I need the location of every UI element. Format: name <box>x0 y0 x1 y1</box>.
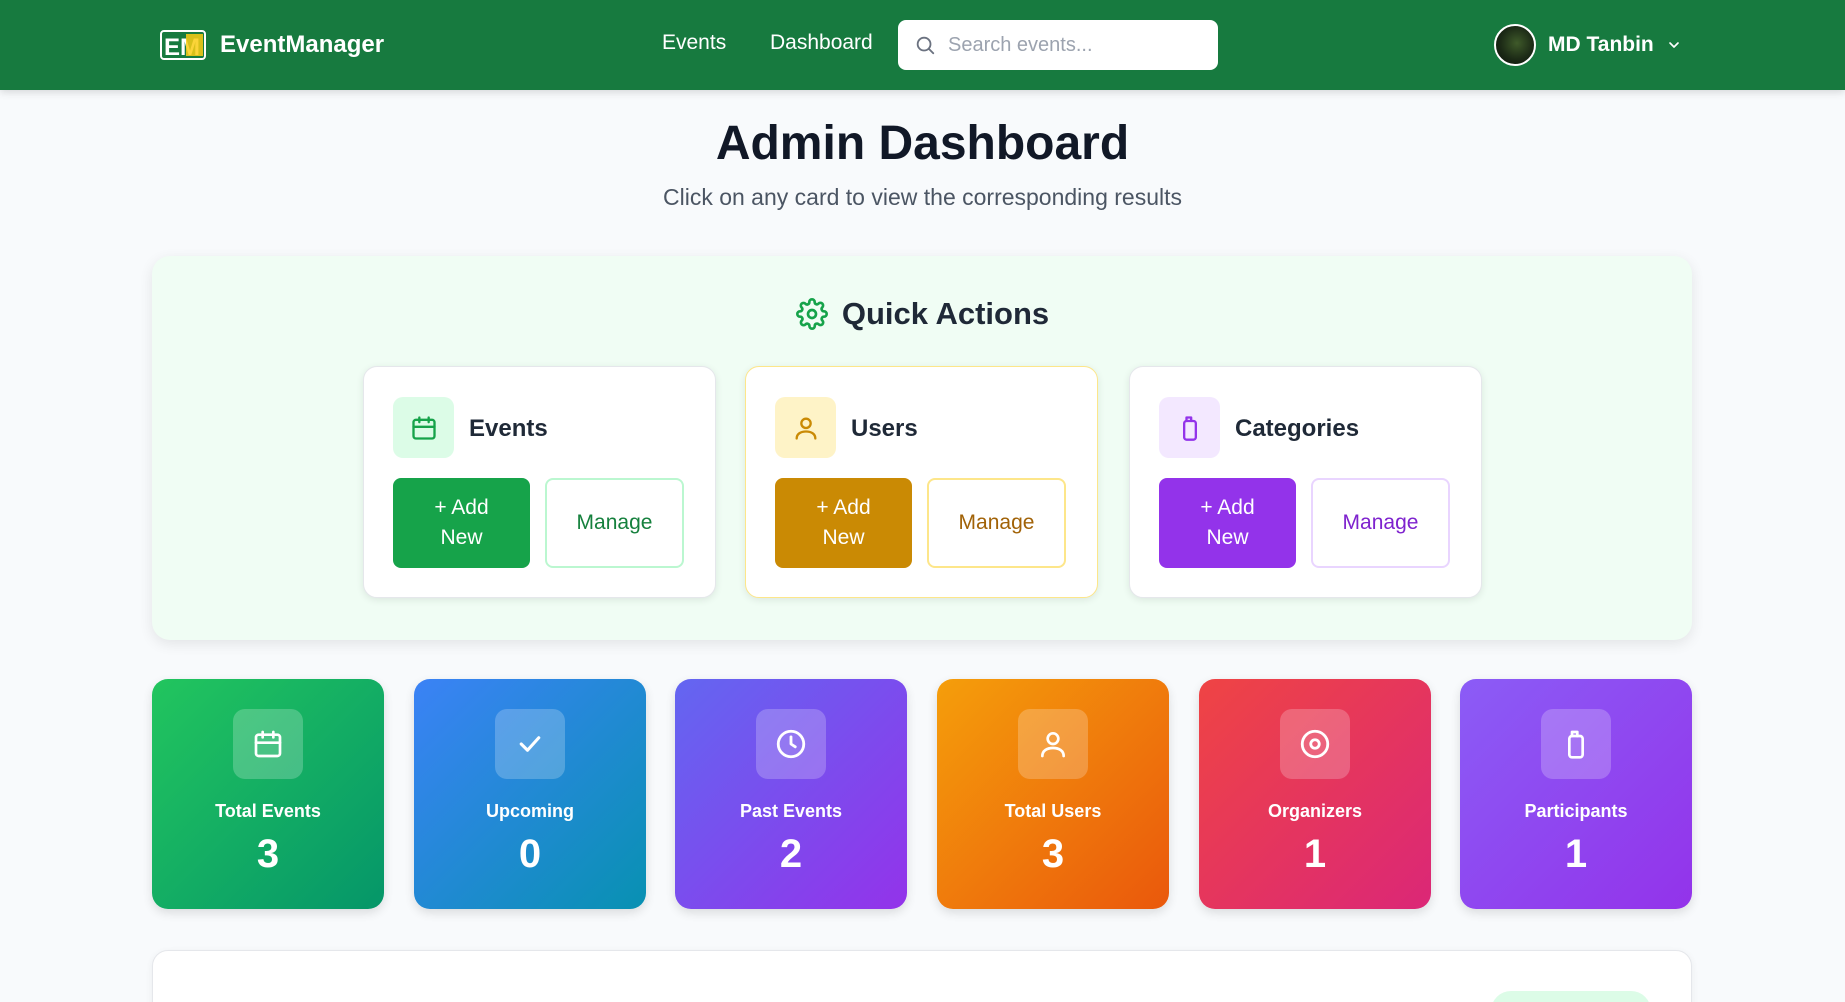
stat-card-total-users[interactable]: Total Users 3 <box>937 679 1169 909</box>
target-icon <box>1280 709 1350 779</box>
stat-card-total-events[interactable]: Total Events 3 <box>152 679 384 909</box>
top-navbar: EM EventManager Events Dashboard MD Tanb… <box>0 0 1845 90</box>
quick-action-title-users: Users <box>851 415 918 442</box>
stat-label: Upcoming <box>486 801 574 821</box>
stat-card-past-events[interactable]: Past Events 2 <box>675 679 907 909</box>
quick-action-card-events: Events + Add New Manage <box>363 366 716 598</box>
quick-actions-title: Quick Actions <box>841 296 1050 331</box>
add-button-label-line2: New <box>1206 526 1249 549</box>
page-subtitle: Click on any card to view the correspond… <box>662 184 1183 210</box>
bottom-panel <box>152 950 1692 1002</box>
check-icon <box>495 709 565 779</box>
stat-value: 1 <box>1564 832 1588 876</box>
user-name: MD Tanbin <box>1548 33 1654 56</box>
stat-value: 0 <box>518 832 542 876</box>
add-button-label-line1: + Add <box>816 496 871 519</box>
search-icon <box>916 36 935 55</box>
quick-action-card-users: Users + Add New Manage <box>745 366 1098 598</box>
users-icon <box>775 397 836 458</box>
stat-label: Past Events <box>739 801 843 821</box>
search-input[interactable] <box>948 33 1208 57</box>
page-title: Admin Dashboard <box>715 117 1130 170</box>
manage-events-button[interactable]: Manage <box>545 478 684 568</box>
brand-name: EventManager <box>220 31 385 58</box>
add-button-label-line1: + Add <box>1200 496 1255 519</box>
quick-action-title-categories: Categories <box>1235 415 1360 442</box>
quick-action-title-events: Events <box>469 415 548 442</box>
gear-icon <box>795 298 828 330</box>
quick-actions-heading: Quick Actions <box>0 296 1845 332</box>
tag-icon <box>1159 397 1220 458</box>
calendar-icon <box>393 397 454 458</box>
nav-link-dashboard[interactable]: Dashboard <box>770 31 873 55</box>
add-event-button[interactable]: + Add New <box>393 478 530 568</box>
quick-action-card-categories: Categories + Add New Manage <box>1129 366 1482 598</box>
stat-card-participants[interactable]: Participants 1 <box>1460 679 1692 909</box>
stat-card-upcoming[interactable]: Upcoming 0 <box>414 679 646 909</box>
stat-label: Total Events <box>215 801 321 821</box>
chevron-down-icon <box>1668 42 1679 48</box>
brand-logo: EM <box>160 30 206 61</box>
avatar <box>1494 24 1536 66</box>
calendar-icon <box>233 709 303 779</box>
user-menu[interactable]: MD Tanbin <box>1494 24 1682 66</box>
add-button-label-line2: New <box>440 526 483 549</box>
tag-icon <box>1541 709 1611 779</box>
stat-label: Participants <box>1524 801 1628 821</box>
stat-value: 3 <box>1041 832 1065 876</box>
clock-icon <box>756 709 826 779</box>
add-button-label-line2: New <box>822 526 865 549</box>
stat-label: Total Users <box>1004 801 1102 821</box>
add-user-button[interactable]: + Add New <box>775 478 912 568</box>
add-category-button[interactable]: + Add New <box>1159 478 1296 568</box>
users-icon <box>1018 709 1088 779</box>
stat-value: 2 <box>779 832 803 876</box>
stat-label: Organizers <box>1267 801 1363 821</box>
brand[interactable]: EM EventManager <box>160 28 384 62</box>
manage-users-button[interactable]: Manage <box>927 478 1066 568</box>
stat-card-organizers[interactable]: Organizers 1 <box>1199 679 1431 909</box>
manage-categories-button[interactable]: Manage <box>1311 478 1450 568</box>
status-badge <box>1491 991 1651 1002</box>
stat-value: 1 <box>1303 832 1327 876</box>
add-button-label-line1: + Add <box>434 496 489 519</box>
nav-link-events[interactable]: Events <box>662 31 726 55</box>
stat-value: 3 <box>256 832 280 876</box>
search-box[interactable] <box>898 20 1218 70</box>
